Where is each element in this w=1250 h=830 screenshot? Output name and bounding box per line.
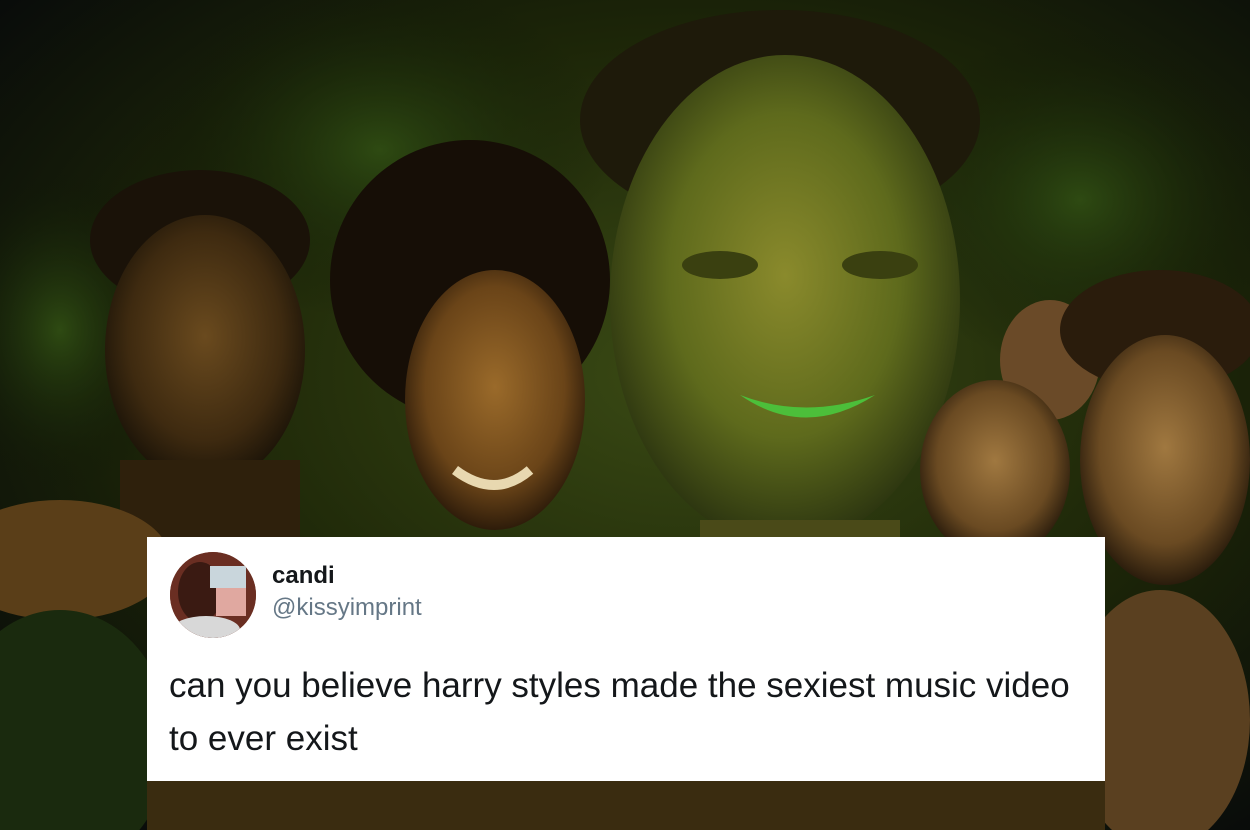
left-man-face — [105, 215, 305, 485]
user-avatar[interactable] — [170, 552, 256, 638]
main-left-eye — [682, 251, 758, 279]
woman-face — [405, 270, 585, 530]
main-right-eye — [842, 251, 918, 279]
foreground-bottom — [147, 780, 1105, 830]
tweet-card[interactable]: candi @kissyimprint can you believe harr… — [147, 537, 1105, 781]
right-woman-face — [920, 380, 1070, 560]
user-handle[interactable]: @kissyimprint — [272, 594, 422, 622]
user-display-name[interactable]: candi — [272, 562, 335, 590]
tweet-text: can you believe harry styles made the se… — [169, 666, 1070, 758]
far-right-face — [1080, 335, 1250, 585]
avatar-photo-icon — [170, 552, 256, 638]
main-face — [610, 55, 960, 545]
